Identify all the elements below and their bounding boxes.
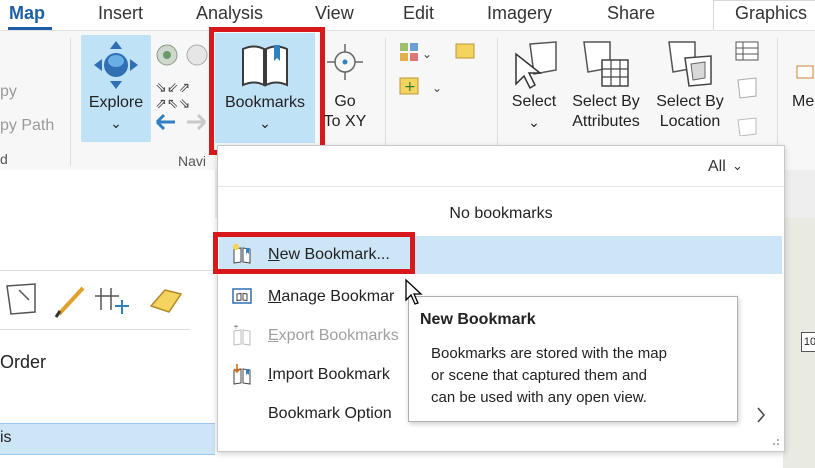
svg-text:⌄: ⌄ xyxy=(432,81,442,95)
explore-button[interactable]: Explore ⌄ xyxy=(81,35,151,142)
access-key: M xyxy=(268,288,282,305)
tab-edit[interactable]: Edit xyxy=(403,3,434,24)
go-to-xy-label-1[interactable]: Go xyxy=(325,92,365,112)
map-view: 10 xyxy=(783,218,815,468)
tab-view[interactable]: View xyxy=(315,3,354,24)
ribbon-separator xyxy=(70,38,71,166)
menu-item-label: Manage Bookmar xyxy=(268,288,394,306)
contents-selected-row[interactable]: is xyxy=(0,423,215,455)
menu-item-label-rest: mport Bookmark xyxy=(272,366,390,383)
explore-label: Explore xyxy=(88,94,144,111)
menu-item-manage-bookmarks[interactable]: Manage Bookmar xyxy=(219,280,409,316)
tooltip-line: can be used with any open view. xyxy=(431,389,647,406)
divider xyxy=(218,186,784,187)
bookmarks-highlight-box xyxy=(209,27,325,155)
filter-all-dropdown[interactable]: All xyxy=(708,158,726,176)
row-label: is xyxy=(0,429,12,446)
clipped-group-label: d xyxy=(0,151,8,167)
layer-tools-icons: ⌄ + ⌄ xyxy=(399,43,475,95)
empty-state-text: No bookmarks xyxy=(449,205,553,222)
clipped-command-2[interactable]: py Path xyxy=(0,116,54,136)
select-by-attributes-label-1[interactable]: Select By xyxy=(566,92,646,112)
tab-map[interactable]: Map xyxy=(9,3,45,24)
tooltip-line: Bookmarks are stored with the map xyxy=(431,345,667,362)
menu-item-import-bookmarks[interactable]: Import Bookmark xyxy=(219,358,409,394)
navigate-small-tools: ⇘⇙⇗ ⇗⇖⇘ xyxy=(155,44,208,131)
chevron-down-icon: ⌄ xyxy=(110,115,122,131)
export-bookmarks-icon xyxy=(233,325,251,346)
tab-analysis[interactable]: Analysis xyxy=(196,3,263,24)
new-bookmark-highlight-box xyxy=(213,232,415,274)
select-by-attributes-label-2[interactable]: Attributes xyxy=(566,112,646,132)
menu-item-label: Import Bookmark xyxy=(268,366,390,384)
chevron-right-icon xyxy=(757,407,765,423)
clipped-command-1[interactable]: py xyxy=(0,82,17,102)
select-by-location-icon xyxy=(668,41,712,87)
access-key: E xyxy=(268,327,279,344)
new-bookmark-tooltip: New Bookmark Bookmarks are stored with t… xyxy=(408,296,738,422)
import-bookmarks-icon xyxy=(233,364,251,385)
manage-bookmarks-icon xyxy=(232,288,252,304)
svg-text:+: + xyxy=(404,79,416,95)
menu-item-label-rest: anage Bookmar xyxy=(281,288,395,305)
chevron-down-icon: ⌄ xyxy=(528,114,540,130)
measure-label[interactable]: Me xyxy=(792,92,814,112)
svg-text:⌄: ⌄ xyxy=(422,47,432,61)
tooltip-title: New Bookmark xyxy=(420,311,536,328)
go-to-xy-label-2[interactable]: To XY xyxy=(322,112,368,132)
selection-small-tools xyxy=(735,41,759,136)
tab-insert[interactable]: Insert xyxy=(98,3,143,24)
go-to-xy-icon xyxy=(327,44,363,80)
select-by-location-label-2[interactable]: Location xyxy=(652,112,728,132)
select-label[interactable]: Select xyxy=(508,92,560,112)
select-by-location-label-1[interactable]: Select By xyxy=(652,92,728,112)
tab-graphics[interactable]: Graphics xyxy=(735,3,807,24)
chevron-down-icon[interactable]: ⌄ xyxy=(732,158,743,174)
menu-item-label-rest: xport Bookmarks xyxy=(278,327,399,344)
select-by-attributes-icon xyxy=(583,41,629,87)
measure-icon xyxy=(796,65,814,79)
tab-share[interactable]: Share xyxy=(607,3,655,24)
contents-toolbar xyxy=(6,283,183,318)
ribbon-tab-bar: Map Insert Analysis View Edit Imagery Sh… xyxy=(0,0,815,30)
svg-text:⇗⇖⇘: ⇗⇖⇘ xyxy=(155,96,190,112)
contents-search-area xyxy=(0,218,215,271)
menu-item-label: Export Bookmarks xyxy=(268,327,399,345)
svg-text:⇘⇙⇗: ⇘⇙⇗ xyxy=(155,80,190,96)
mouse-cursor-icon xyxy=(405,278,423,305)
menu-item-label: Bookmark Option xyxy=(268,405,392,422)
map-route-label: 10 xyxy=(801,332,815,352)
menu-item-export-bookmarks[interactable]: Export Bookmarks xyxy=(219,319,409,355)
select-icon xyxy=(515,41,557,90)
divider xyxy=(0,329,190,330)
list-by-order-label[interactable]: Order xyxy=(0,352,46,373)
tab-imagery[interactable]: Imagery xyxy=(487,3,552,24)
resize-grip-icon[interactable] xyxy=(768,434,780,446)
navigate-group-label: Navi xyxy=(178,153,207,169)
tooltip-line: or scene that captured them and xyxy=(431,367,647,384)
explore-icon xyxy=(94,41,138,89)
